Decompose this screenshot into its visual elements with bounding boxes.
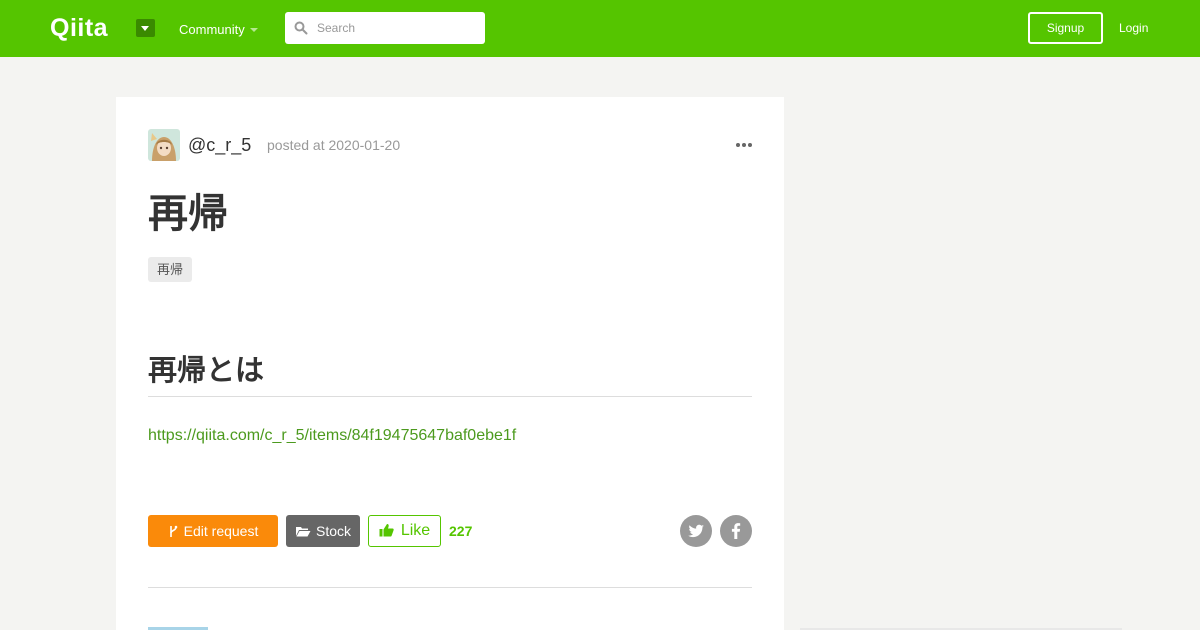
folder-open-icon: [295, 527, 311, 537]
posted-date: posted at 2020-01-20: [267, 137, 401, 153]
global-header: Qiita Community Signup Login: [0, 0, 1200, 57]
tag-badge[interactable]: 再帰: [148, 257, 192, 282]
like-count[interactable]: 227: [449, 523, 472, 539]
article-link[interactable]: https://qiita.com/c_r_5/items/84f1947564…: [148, 426, 516, 446]
service-menu-toggle[interactable]: [136, 19, 155, 37]
branch-icon: [169, 525, 177, 537]
like-label: Like: [400, 522, 431, 539]
signup-button[interactable]: Signup: [1028, 12, 1103, 44]
chevron-down-icon[interactable]: [250, 28, 258, 32]
avatar-image: [148, 129, 180, 161]
community-menu[interactable]: Community: [179, 22, 245, 38]
edit-request-button[interactable]: Edit request: [148, 515, 278, 547]
stock-label: Stock: [315, 523, 351, 539]
edit-request-label: Edit request: [183, 523, 259, 539]
author-name[interactable]: @c_r_5: [188, 135, 251, 155]
article-footer-divider: [148, 587, 752, 588]
search-input[interactable]: [317, 12, 477, 44]
login-link[interactable]: Login: [1119, 20, 1148, 36]
search-icon: [294, 21, 308, 35]
facebook-icon: [731, 523, 741, 539]
twitter-share-button[interactable]: [680, 515, 712, 547]
section-heading: 再帰とは: [148, 355, 265, 387]
facebook-share-button[interactable]: [720, 515, 752, 547]
more-options-icon[interactable]: [736, 139, 752, 151]
like-button[interactable]: Like: [368, 515, 441, 547]
thumbs-up-icon: [379, 523, 394, 537]
avatar[interactable]: [148, 129, 180, 161]
qiita-logo[interactable]: Qiita: [50, 15, 126, 41]
stock-button[interactable]: Stock: [286, 515, 360, 547]
article-title: 再帰: [148, 192, 228, 236]
search-box[interactable]: [285, 12, 485, 44]
twitter-icon: [688, 524, 704, 538]
heading-divider: [148, 396, 752, 397]
